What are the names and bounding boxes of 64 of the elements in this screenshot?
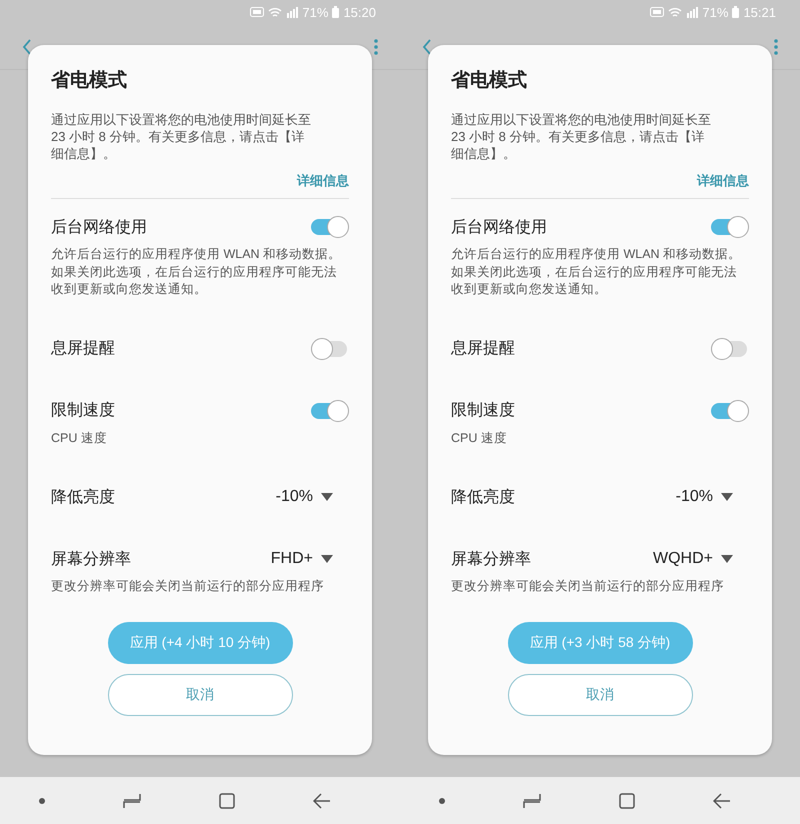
setting-label: 屏幕分辨率 [451,550,531,570]
dropdown[interactable]: FHD+ [270,550,349,568]
wifi-icon [668,6,682,18]
caret-icon [321,555,333,563]
dot-icon[interactable] [439,798,445,804]
signal-icon [686,6,698,18]
hd-icon [250,7,264,17]
setting-description: CPU 速度 [51,430,108,446]
clock: 15:20 [343,4,376,20]
dialog-title: 省电模式 [451,69,528,93]
setting-label: 息屏提醒 [51,339,115,359]
caret-icon [721,493,733,501]
setting-label: 息屏提醒 [451,339,515,359]
back-icon[interactable] [713,792,731,808]
setting-label: 屏幕分辨率 [51,550,131,570]
details-link[interactable]: 详细信息 [697,172,749,190]
toggle-switch[interactable] [311,400,349,422]
back-icon[interactable] [313,792,331,808]
setting-label: 后台网络使用 [451,218,547,238]
back-icon[interactable] [22,38,32,54]
dropdown[interactable]: WQHD+ [653,550,749,568]
back-icon[interactable] [422,38,432,54]
setting-description: 允许后台运行的应用程序使用 WLAN 和移动数据。如果关闭此选项，在后台运行的应用程序可能无法收到更新或向您发送通知。 [51,246,342,298]
dot-icon[interactable] [39,798,45,804]
battery-percent: 71% [702,4,728,20]
hd-icon [650,7,664,17]
dropdown[interactable]: -10% [676,488,749,506]
apply-button[interactable]: 应用 (+4 小时 10 分钟) [108,622,292,664]
battery-percent: 71% [302,4,328,20]
dialog-description: 通过应用以下设置将您的电池使用时间延长至 23 小时 8 分钟。有关更多信息，请点击【详细信息】。 [451,111,711,162]
recents-icon[interactable] [123,792,141,808]
toggle-switch[interactable] [711,338,749,360]
setting-description: 允许后台运行的应用程序使用 WLAN 和移动数据。如果关闭此选项，在后台运行的应用程序可能无法收到更新或向您发送通知。 [451,246,742,298]
toggle-switch[interactable] [711,216,749,238]
dialog-title: 省电模式 [51,69,128,93]
battery-icon [732,6,740,18]
caret-icon [721,555,733,563]
home-icon[interactable] [219,792,235,808]
cancel-button[interactable]: 取消 [508,674,692,716]
setting-description: 更改分辨率可能会关闭当前运行的部分应用程序 [451,578,725,595]
battery-icon [332,6,340,18]
more-icon[interactable] [774,38,778,54]
home-icon[interactable] [619,792,635,808]
apply-button[interactable]: 应用 (+3 小时 58 分钟) [508,622,692,664]
setting-description: 更改分辨率可能会关闭当前运行的部分应用程序 [51,578,325,595]
setting-label: 限制速度 [451,400,515,421]
setting-description: CPU 速度 [451,430,508,446]
dialog-description: 通过应用以下设置将您的电池使用时间延长至 23 小时 8 分钟。有关更多信息，请点击【详细信息】。 [51,111,311,162]
toggle-switch[interactable] [311,216,349,238]
details-link[interactable]: 详细信息 [297,172,349,190]
cancel-button[interactable]: 取消 [108,674,292,716]
caret-icon [321,493,333,501]
more-icon[interactable] [374,38,378,54]
clock: 15:21 [743,4,776,20]
setting-label: 降低亮度 [51,488,115,508]
wifi-icon [268,6,282,18]
setting-label: 限制速度 [51,400,115,421]
setting-label: 后台网络使用 [51,218,147,238]
recents-icon[interactable] [523,792,541,808]
toggle-switch[interactable] [711,400,749,422]
signal-icon [286,6,298,18]
toggle-switch[interactable] [311,338,349,360]
dropdown[interactable]: -10% [276,488,349,506]
setting-label: 降低亮度 [451,488,515,508]
